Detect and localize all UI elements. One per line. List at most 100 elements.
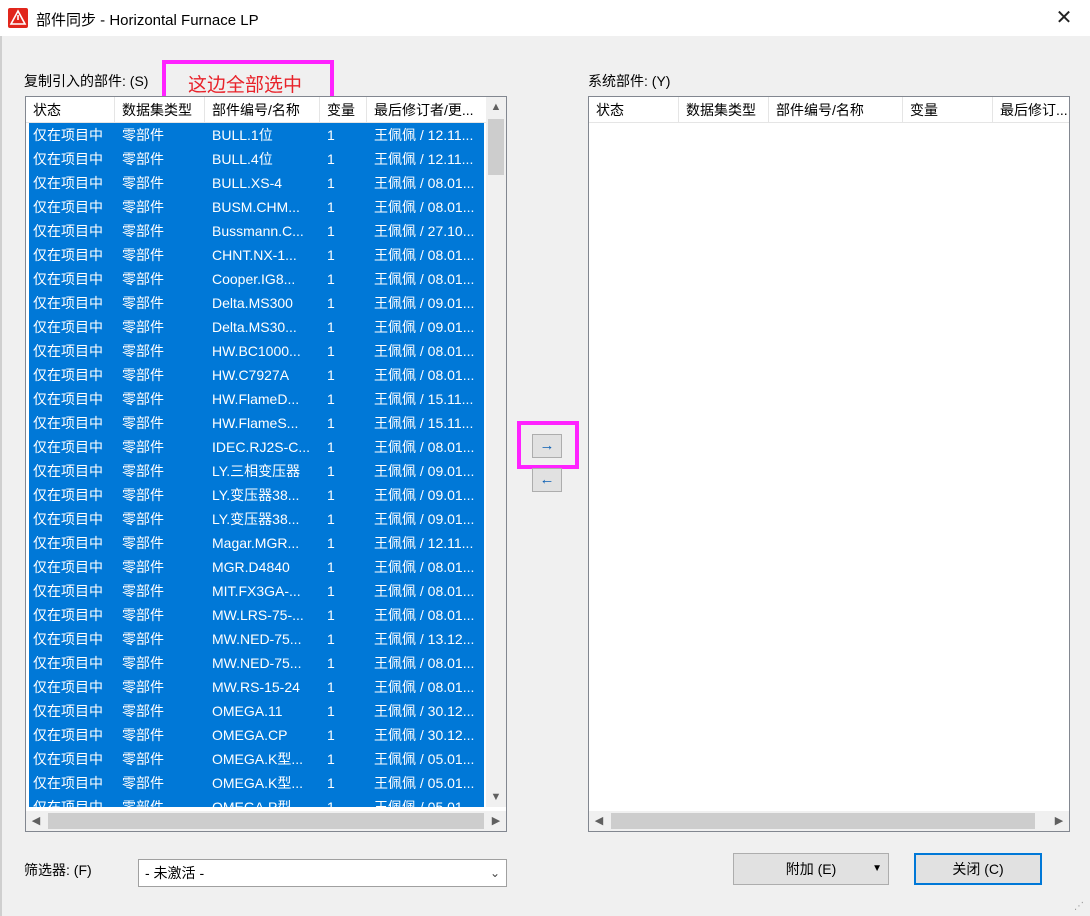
cell-dataset-type: 零部件 xyxy=(122,703,164,719)
right-col-dataset-type[interactable]: 数据集类型 xyxy=(679,97,769,123)
cell-dataset-type: 零部件 xyxy=(122,367,164,383)
table-row[interactable]: 仅在项目中 零部件 BULL.4位 1 王佩佩 / 12.11... xyxy=(29,147,484,171)
cell-variant: 1 xyxy=(327,391,335,407)
table-row[interactable]: 仅在项目中 零部件 MW.NED-75... 1 王佩佩 / 13.12... xyxy=(29,627,484,651)
table-row[interactable]: 仅在项目中 零部件 Magar.MGR... 1 王佩佩 / 12.11... xyxy=(29,531,484,555)
left-vertical-scrollbar[interactable]: ▲ ▼ xyxy=(486,97,506,807)
scroll-right-icon[interactable]: ▶ xyxy=(486,811,506,831)
cell-last-revised: 王佩佩 / 08.01... xyxy=(374,559,475,575)
cell-last-revised: 王佩佩 / 08.01... xyxy=(374,583,475,599)
system-parts-list[interactable]: 状态 数据集类型 部件编号/名称 变量 最后修订... ◀ ▶ xyxy=(588,96,1070,832)
left-horizontal-scrollbar[interactable]: ◀ ▶ xyxy=(26,811,506,831)
table-row[interactable]: 仅在项目中 零部件 OMEGA.P型... 1 王佩佩 / 05.01... xyxy=(29,795,484,807)
cell-variant: 1 xyxy=(327,247,335,263)
left-col-part-number[interactable]: 部件编号/名称 xyxy=(205,97,320,123)
table-row[interactable]: 仅在项目中 零部件 LY.三相变压器 1 王佩佩 / 09.01... xyxy=(29,459,484,483)
cell-part-number: Magar.MGR... xyxy=(212,535,300,551)
right-panel-label: 系统部件: (Y) xyxy=(588,73,671,89)
cell-last-revised: 王佩佩 / 09.01... xyxy=(374,319,475,335)
table-row[interactable]: 仅在项目中 零部件 MW.RS-15-24 1 王佩佩 / 08.01... xyxy=(29,675,484,699)
cell-status: 仅在项目中 xyxy=(33,391,103,407)
right-hscroll-thumb[interactable] xyxy=(611,813,1035,829)
cell-dataset-type: 零部件 xyxy=(122,631,164,647)
cell-last-revised: 王佩佩 / 08.01... xyxy=(374,439,475,455)
table-row[interactable]: 仅在项目中 零部件 HW.C7927A 1 王佩佩 / 08.01... xyxy=(29,363,484,387)
cell-last-revised: 王佩佩 / 08.01... xyxy=(374,679,475,695)
left-col-last-revised[interactable]: 最后修订者/更... xyxy=(367,97,486,123)
right-col-part-number[interactable]: 部件编号/名称 xyxy=(769,97,903,123)
table-row[interactable]: 仅在项目中 零部件 HW.FlameD... 1 王佩佩 / 15.11... xyxy=(29,387,484,411)
cell-part-number: HW.C7927A xyxy=(212,367,290,383)
left-col-status[interactable]: 状态 xyxy=(26,97,115,123)
right-col-status[interactable]: 状态 xyxy=(589,97,679,123)
scroll-left-icon[interactable]: ◀ xyxy=(26,811,46,831)
cell-dataset-type: 零部件 xyxy=(122,439,164,455)
attach-button[interactable]: 附加 (E) ▼ xyxy=(733,853,889,885)
cell-status: 仅在项目中 xyxy=(33,727,103,743)
cell-part-number: Delta.MS300 xyxy=(212,295,293,311)
resize-grip-icon[interactable]: ⋰ xyxy=(1074,901,1084,912)
cell-status: 仅在项目中 xyxy=(33,775,103,791)
cell-status: 仅在项目中 xyxy=(33,487,103,503)
filter-label: 筛选器: (F) xyxy=(24,862,92,878)
cell-variant: 1 xyxy=(327,799,335,807)
table-row[interactable]: 仅在项目中 零部件 OMEGA.11 1 王佩佩 / 30.12... xyxy=(29,699,484,723)
table-row[interactable]: 仅在项目中 零部件 BULL.XS-4 1 王佩佩 / 08.01... xyxy=(29,171,484,195)
cell-dataset-type: 零部件 xyxy=(122,679,164,695)
cell-variant: 1 xyxy=(327,751,335,767)
scroll-up-icon[interactable]: ▲ xyxy=(486,97,506,117)
table-row[interactable]: 仅在项目中 零部件 MW.LRS-75-... 1 王佩佩 / 08.01... xyxy=(29,603,484,627)
table-row[interactable]: 仅在项目中 零部件 OMEGA.K型... 1 王佩佩 / 05.01... xyxy=(29,771,484,795)
table-row[interactable]: 仅在项目中 零部件 Cooper.IG8... 1 王佩佩 / 08.01... xyxy=(29,267,484,291)
left-hscroll-thumb[interactable] xyxy=(48,813,484,829)
left-col-variant[interactable]: 变量 xyxy=(320,97,367,123)
table-row[interactable]: 仅在项目中 零部件 OMEGA.CP 1 王佩佩 / 30.12... xyxy=(29,723,484,747)
table-row[interactable]: 仅在项目中 零部件 LY.变压器38... 1 王佩佩 / 09.01... xyxy=(29,483,484,507)
table-row[interactable]: 仅在项目中 零部件 Bussmann.C... 1 王佩佩 / 27.10... xyxy=(29,219,484,243)
move-left-button[interactable]: ← xyxy=(532,468,562,492)
right-col-last-revised[interactable]: 最后修订... xyxy=(993,97,1069,123)
table-row[interactable]: 仅在项目中 零部件 MW.NED-75... 1 王佩佩 / 08.01... xyxy=(29,651,484,675)
scroll-down-icon[interactable]: ▼ xyxy=(486,787,506,807)
close-window-button[interactable]: ✕ xyxy=(1052,6,1076,30)
left-vscroll-thumb[interactable] xyxy=(488,119,504,175)
table-row[interactable]: 仅在项目中 零部件 HW.BC1000... 1 王佩佩 / 08.01... xyxy=(29,339,484,363)
cell-dataset-type: 零部件 xyxy=(122,799,164,807)
table-row[interactable]: 仅在项目中 零部件 BULL.1位 1 王佩佩 / 12.11... xyxy=(29,123,484,147)
copied-parts-list[interactable]: 状态 数据集类型 部件编号/名称 变量 最后修订者/更... 仅在项目中 零部件 B… xyxy=(25,96,507,832)
table-row[interactable]: 仅在项目中 零部件 HW.FlameS... 1 王佩佩 / 15.11... xyxy=(29,411,484,435)
table-row[interactable]: 仅在项目中 零部件 MGR.D4840 1 王佩佩 / 08.01... xyxy=(29,555,484,579)
cell-variant: 1 xyxy=(327,679,335,695)
table-row[interactable]: 仅在项目中 零部件 BUSM.CHM... 1 王佩佩 / 08.01... xyxy=(29,195,484,219)
cell-variant: 1 xyxy=(327,175,335,191)
table-row[interactable]: 仅在项目中 零部件 LY.变压器38... 1 王佩佩 / 09.01... xyxy=(29,507,484,531)
dropdown-arrow-icon[interactable]: ▼ xyxy=(872,854,882,884)
scroll-right-icon[interactable]: ▶ xyxy=(1049,811,1069,831)
cell-part-number: LY.三相变压器 xyxy=(212,463,301,479)
right-horizontal-scrollbar[interactable]: ◀ ▶ xyxy=(589,811,1069,831)
cell-variant: 1 xyxy=(327,223,335,239)
annotation-text: 这边全部选中 xyxy=(188,75,303,96)
move-right-button[interactable]: → xyxy=(532,434,562,458)
cell-status: 仅在项目中 xyxy=(33,751,103,767)
table-row[interactable]: 仅在项目中 零部件 Delta.MS30... 1 王佩佩 / 09.01... xyxy=(29,315,484,339)
right-col-variant[interactable]: 变量 xyxy=(903,97,993,123)
left-col-dataset-type[interactable]: 数据集类型 xyxy=(115,97,205,123)
table-row[interactable]: 仅在项目中 零部件 MIT.FX3GA-... 1 王佩佩 / 08.01... xyxy=(29,579,484,603)
cell-status: 仅在项目中 xyxy=(33,343,103,359)
left-list-rows: 仅在项目中 零部件 BULL.1位 1 王佩佩 / 12.11... 仅在项目中 零部件 BU… xyxy=(29,123,484,807)
table-row[interactable]: 仅在项目中 零部件 OMEGA.K型... 1 王佩佩 / 05.01... xyxy=(29,747,484,771)
table-row[interactable]: 仅在项目中 零部件 IDEC.RJ2S-C... 1 王佩佩 / 08.01... xyxy=(29,435,484,459)
cell-part-number: MGR.D4840 xyxy=(212,559,290,575)
cell-variant: 1 xyxy=(327,343,335,359)
close-button[interactable]: 关闭 (C) xyxy=(914,853,1042,885)
cell-status: 仅在项目中 xyxy=(33,655,103,671)
table-row[interactable]: 仅在项目中 零部件 CHNT.NX-1... 1 王佩佩 / 08.01... xyxy=(29,243,484,267)
scroll-left-icon[interactable]: ◀ xyxy=(589,811,609,831)
cell-status: 仅在项目中 xyxy=(33,319,103,335)
cell-status: 仅在项目中 xyxy=(33,367,103,383)
table-row[interactable]: 仅在项目中 零部件 Delta.MS300 1 王佩佩 / 09.01... xyxy=(29,291,484,315)
cell-status: 仅在项目中 xyxy=(33,631,103,647)
cell-variant: 1 xyxy=(327,415,335,431)
filter-select[interactable]: - 未激活 - ⌄ xyxy=(138,859,507,887)
